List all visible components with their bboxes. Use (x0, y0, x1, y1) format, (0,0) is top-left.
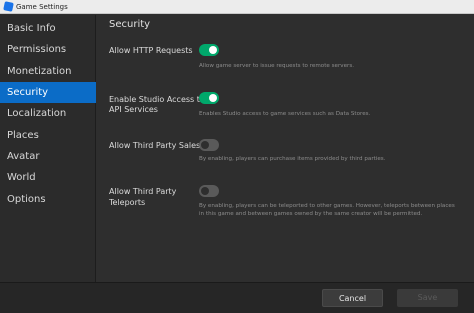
section-title: Security (109, 19, 151, 30)
third-party-sales-description: By enabling, players can purchase items … (199, 156, 386, 162)
third-party-teleports-description-line2: in this game and between games owned by … (199, 211, 423, 217)
allow-http-requests-label: Allow HTTP Requests (109, 46, 193, 55)
studio-api-access-toggle[interactable] (199, 92, 219, 104)
title-bar: Game Settings (0, 0, 474, 14)
third-party-teleports-label-line2: Teleports (109, 198, 146, 207)
third-party-teleports-toggle[interactable] (199, 185, 219, 197)
allow-http-requests-toggle[interactable] (199, 44, 219, 56)
studio-api-access-label-line2: API Services (109, 105, 158, 114)
sidebar-item-basic-info[interactable]: Basic Info (0, 18, 96, 39)
dialog-footer: Cancel Save (0, 282, 474, 313)
third-party-sales-label: Allow Third Party Sales (109, 141, 201, 150)
sidebar-item-avatar[interactable]: Avatar (0, 146, 96, 167)
roblox-studio-icon (3, 1, 14, 12)
settings-content: Security Allow HTTP Requests Allow game … (97, 15, 474, 282)
sidebar-item-monetization[interactable]: Monetization (0, 61, 96, 82)
allow-http-requests-description: Allow game server to issue requests to r… (199, 63, 355, 69)
sidebar-item-places[interactable]: Places (0, 125, 96, 146)
sidebar-item-permissions[interactable]: Permissions (0, 39, 96, 60)
third-party-teleports-label-line1: Allow Third Party (109, 187, 177, 196)
cancel-button[interactable]: Cancel (322, 289, 383, 307)
save-button[interactable]: Save (397, 289, 458, 307)
window-title: Game Settings (16, 3, 68, 11)
toggle-knob (209, 46, 217, 54)
studio-api-access-description: Enables Studio access to game services s… (199, 111, 371, 117)
sidebar-item-localization[interactable]: Localization (0, 103, 96, 124)
toggle-knob (201, 141, 209, 149)
sidebar-item-options[interactable]: Options (0, 189, 96, 210)
toggle-knob (209, 94, 217, 102)
settings-sidebar: Basic Info Permissions Monetization Secu… (0, 15, 96, 282)
sidebar-item-security[interactable]: Security (0, 82, 96, 103)
third-party-teleports-description-line1: By enabling, players can be teleported t… (199, 203, 455, 209)
toggle-knob (201, 187, 209, 195)
third-party-sales-toggle[interactable] (199, 139, 219, 151)
sidebar-item-world[interactable]: World (0, 167, 96, 188)
